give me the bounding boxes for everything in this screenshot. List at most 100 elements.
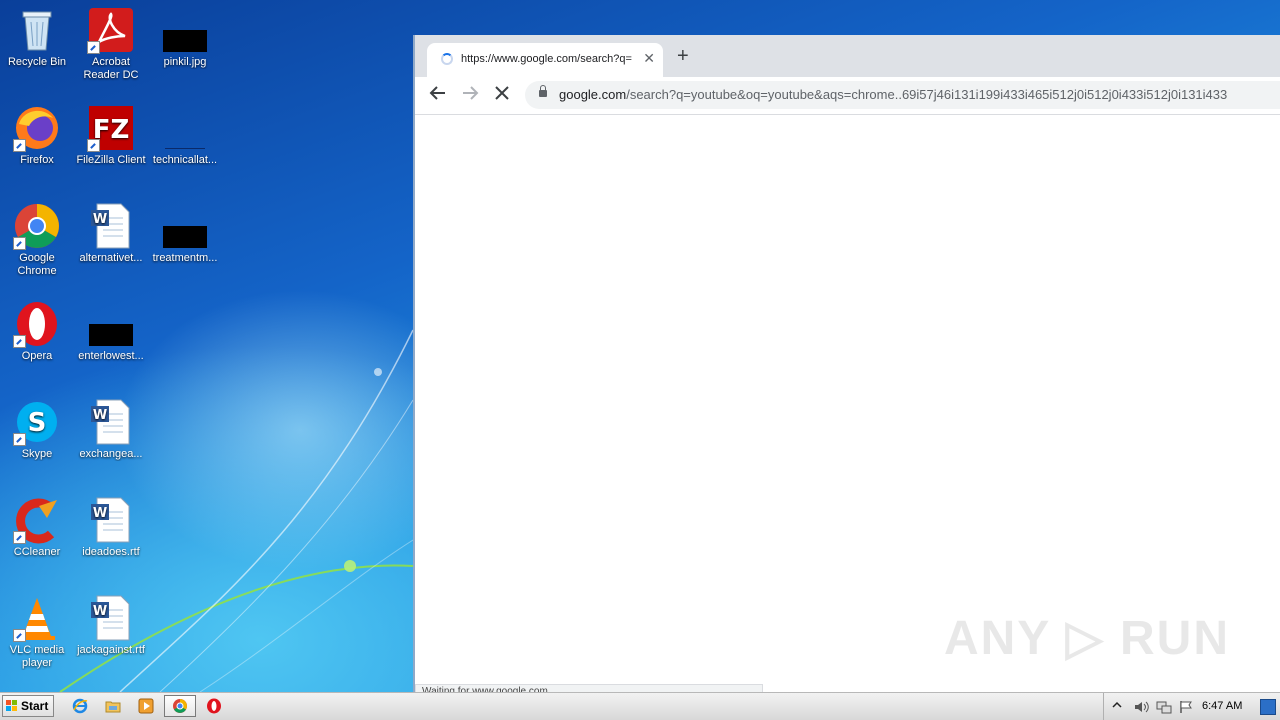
desktop-icon-treatmentm[interactable]: treatmentm... <box>148 202 222 265</box>
start-button[interactable]: Start <box>2 695 54 717</box>
lock-icon <box>539 85 547 97</box>
shortcut-arrow-icon <box>13 335 26 348</box>
shortcut-arrow-icon <box>13 531 26 544</box>
blank-thumbnail-icon <box>161 104 209 152</box>
taskbar-explorer-folder-icon[interactable] <box>105 698 121 714</box>
anyrun-watermark: ANY ▷ RUN <box>943 612 1230 665</box>
desktop-icon-alternativet[interactable]: W alternativet... <box>74 202 148 265</box>
filezilla-icon: FZ <box>87 104 135 152</box>
shortcut-arrow-icon <box>13 237 26 250</box>
shortcut-arrow-icon <box>87 139 100 152</box>
tab-close-icon[interactable]: ✕ <box>643 50 655 67</box>
vlc-cone-icon <box>13 594 61 642</box>
desktop-icon-opera[interactable]: Opera <box>0 300 74 363</box>
word-document-icon: W <box>87 202 135 250</box>
start-label: Start <box>21 699 49 713</box>
status-bubble: Waiting for www.google.com... <box>415 684 763 692</box>
shortcut-arrow-icon <box>87 41 100 54</box>
svg-text:S: S <box>28 408 47 438</box>
word-document-icon: W <box>87 594 135 642</box>
tray-expand-icon[interactable] <box>1112 700 1122 714</box>
taskbar-internet-explorer-icon[interactable] <box>72 698 88 714</box>
desktop-icon-label: jackagainst.rtf <box>77 644 145 656</box>
taskbar-media-player-icon[interactable] <box>138 698 154 714</box>
action-center-flag-icon[interactable] <box>1178 700 1194 716</box>
ccleaner-icon <box>13 496 61 544</box>
desktop-icon-label: Acrobat Reader DC <box>83 56 139 81</box>
tab-title: https://www.google.com/search?q= <box>461 53 632 65</box>
firefox-icon <box>13 104 61 152</box>
network-icon[interactable] <box>1156 700 1172 716</box>
desktop-icon-label: CCleaner <box>13 546 61 558</box>
volume-icon[interactable] <box>1134 700 1150 716</box>
browser-toolbar: google.com/search?q=youtube&oq=youtube&a… <box>415 77 1280 115</box>
taskbar-chrome-button[interactable] <box>164 695 196 717</box>
tab-strip: https://www.google.com/search?q= ✕ + <box>415 35 1280 77</box>
skype-icon: S <box>13 398 61 446</box>
back-button[interactable] <box>429 84 447 106</box>
chrome-window: https://www.google.com/search?q= ✕ + goo… <box>413 35 1280 692</box>
desktop-icon-skype[interactable]: S Skype <box>0 398 74 461</box>
redacted-thumbnail-icon <box>87 300 135 348</box>
loading-spinner-icon <box>441 53 453 65</box>
recycle-bin-icon <box>13 6 61 54</box>
taskbar-clock[interactable]: 6:47 AM <box>1202 700 1242 712</box>
desktop-icon-recycle-bin[interactable]: Recycle Bin <box>0 6 74 69</box>
system-tray: 6:47 AM <box>1103 693 1280 720</box>
stop-loading-button[interactable] <box>493 84 511 106</box>
desktop-icon-label: VLC media player <box>9 644 65 669</box>
forward-button[interactable] <box>461 84 479 106</box>
acrobat-icon <box>87 6 135 54</box>
desktop-icon-label: Google Chrome <box>17 252 57 277</box>
desktop-icon-label: enterlowest... <box>78 350 144 362</box>
opera-icon <box>13 300 61 348</box>
desktop-icon-label: ideadoes.rtf <box>82 546 140 558</box>
svg-text:W: W <box>93 506 107 521</box>
word-document-icon: W <box>87 398 135 446</box>
shortcut-arrow-icon <box>13 139 26 152</box>
shortcut-arrow-icon <box>13 433 26 446</box>
desktop-icon-label: treatmentm... <box>152 252 218 264</box>
redacted-thumbnail-icon <box>161 6 209 54</box>
desktop-icon-technicallat[interactable]: technicallat... <box>148 104 222 167</box>
desktop-icon-label: Opera <box>21 350 53 362</box>
svg-text:W: W <box>93 604 107 619</box>
desktop-icon-pinkil[interactable]: pinkil.jpg <box>148 6 222 69</box>
taskbar-chrome-icon <box>173 699 187 713</box>
svg-text:W: W <box>93 408 107 423</box>
desktop-icon-ccleaner[interactable]: CCleaner <box>0 496 74 559</box>
tab-google-search[interactable]: https://www.google.com/search?q= ✕ <box>427 43 663 77</box>
desktop-icon-label: Recycle Bin <box>7 56 67 68</box>
desktop-icon-google-chrome[interactable]: Google Chrome <box>0 202 74 278</box>
desktop-icon-exchangea[interactable]: W exchangea... <box>74 398 148 461</box>
back-arrow-icon <box>429 86 445 100</box>
forward-arrow-icon <box>463 86 479 100</box>
desktop-icon-ideadoes[interactable]: W ideadoes.rtf <box>74 496 148 559</box>
desktop-icon-enterlowest[interactable]: enterlowest... <box>74 300 148 363</box>
url-host: google.com <box>559 87 627 102</box>
chrome-icon <box>13 202 61 250</box>
page-content: ANY ▷ RUN <box>415 115 1280 692</box>
desktop-icon-label: alternativet... <box>79 252 143 264</box>
shortcut-arrow-icon <box>13 629 26 642</box>
stop-x-icon <box>495 86 509 100</box>
svg-text:W: W <box>93 212 107 227</box>
desktop-icon-jackagainst[interactable]: W jackagainst.rtf <box>74 594 148 657</box>
desktop-icon-filezilla[interactable]: FZ FileZilla Client <box>74 104 148 167</box>
desktop-icon-vlc[interactable]: VLC media player <box>0 594 74 670</box>
desktop-icon-label: technicallat... <box>152 154 218 166</box>
desktop-icon-label: pinkil.jpg <box>163 56 207 68</box>
taskbar-opera-icon[interactable] <box>206 698 222 714</box>
windows-flag-icon <box>6 700 18 712</box>
new-tab-button[interactable]: + <box>677 46 689 66</box>
desktop-icon-firefox[interactable]: Firefox <box>0 104 74 167</box>
desktop-icon-label: FileZilla Client <box>76 154 146 166</box>
word-document-icon: W <box>87 496 135 544</box>
desktop-icon-label: Firefox <box>20 154 54 166</box>
show-desktop-button[interactable] <box>1260 699 1276 715</box>
url-path: /search?q=youtube&oq=youtube&aqs=chrome.… <box>626 87 1228 102</box>
desktop-icon-acrobat[interactable]: Acrobat Reader DC <box>74 6 148 82</box>
desktop-icon-label: exchangea... <box>79 448 143 460</box>
taskbar: Start 6:47 AM <box>0 692 1280 720</box>
address-bar[interactable]: google.com/search?q=youtube&oq=youtube&a… <box>525 81 1280 109</box>
